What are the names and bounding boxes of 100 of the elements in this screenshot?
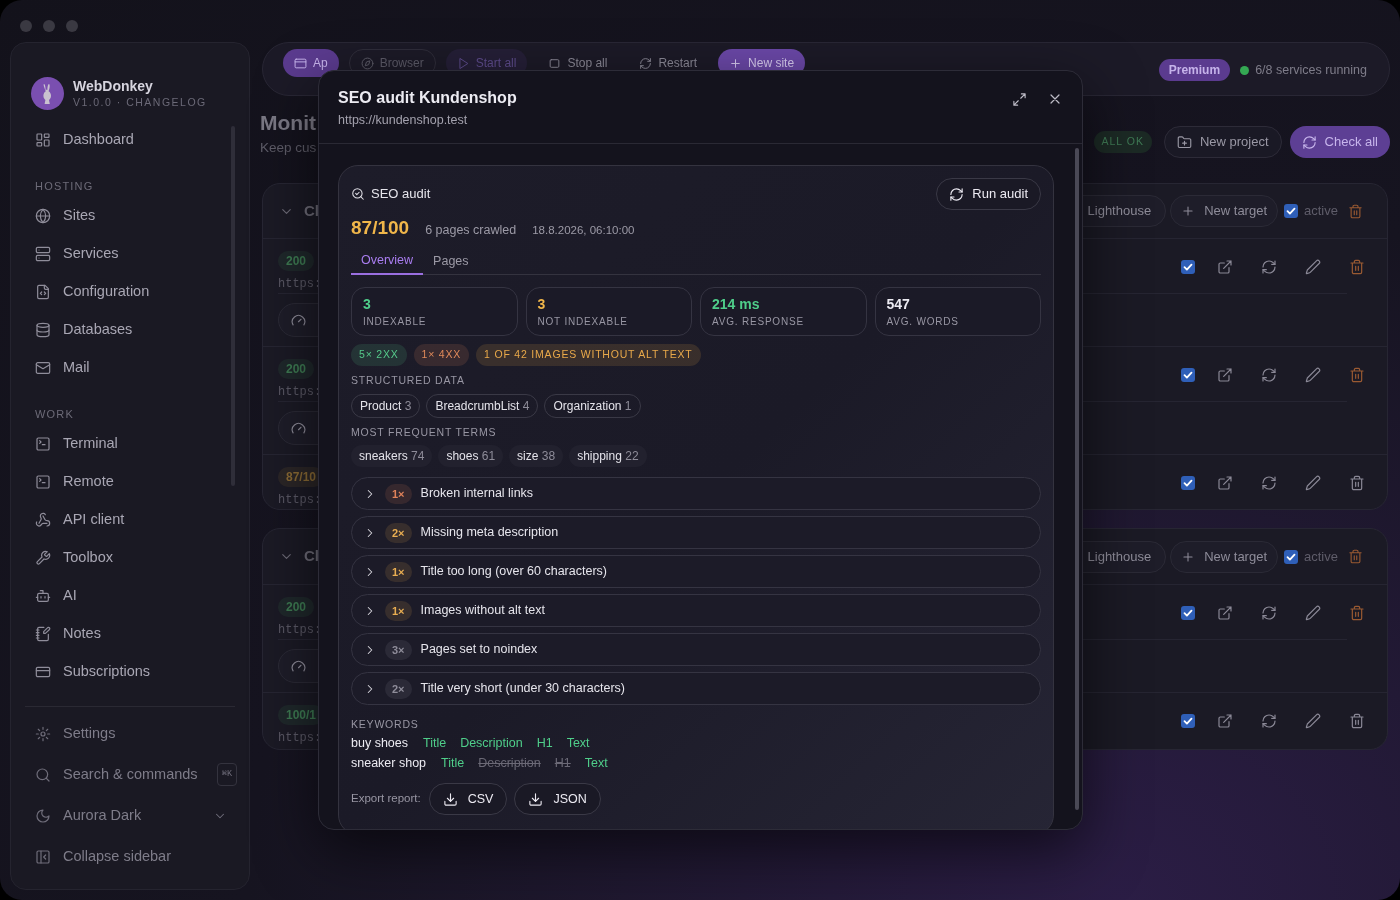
dialog-url: https://kundenshop.test [338, 112, 469, 129]
card-title: Cl [304, 546, 319, 567]
header-button[interactable]: Check all [1289, 126, 1390, 158]
sidebar-item[interactable]: Notes [35, 615, 229, 653]
export-button[interactable]: JSON [514, 783, 601, 815]
refresh-icon[interactable] [1261, 605, 1277, 621]
sidebar-item[interactable]: Databases [35, 311, 229, 349]
trash-icon[interactable] [1348, 203, 1363, 219]
checkbox[interactable] [1181, 606, 1195, 620]
search-check-icon [351, 187, 365, 201]
issue-title: Broken internal links [420, 485, 534, 503]
stat-value: 3 [363, 295, 371, 313]
external-link-icon[interactable] [1217, 259, 1233, 275]
issue-row[interactable]: 2× Title very short (under 30 characters) [351, 672, 1041, 706]
keyword-check: H1 [536, 734, 553, 752]
external-link-icon[interactable] [1217, 367, 1233, 383]
toolbar-button[interactable]: Stop all [537, 49, 619, 77]
sidebar-item[interactable]: Configuration [35, 273, 229, 311]
checkbox[interactable] [1181, 368, 1195, 382]
pencil-icon[interactable] [1305, 605, 1321, 621]
sidebar-item[interactable]: Settings [35, 713, 237, 754]
database-icon [35, 322, 51, 338]
active-label: active [1304, 202, 1338, 221]
pencil-icon[interactable] [1305, 367, 1321, 383]
export-button[interactable]: CSV [428, 783, 508, 815]
trash-icon[interactable] [1349, 475, 1365, 491]
issue-row[interactable]: 3× Pages set to noindex [351, 633, 1041, 667]
external-link-icon[interactable] [1217, 713, 1233, 729]
sidebar-item[interactable]: Sites [35, 197, 229, 235]
sidebar-item[interactable]: Toolbox [35, 539, 229, 577]
pencil-icon[interactable] [1305, 259, 1321, 275]
status-badge: 200 [278, 251, 315, 271]
status-badge: ALL OK [1093, 131, 1152, 153]
sidebar-item[interactable]: Dashboard [35, 121, 229, 159]
checkbox[interactable] [1181, 714, 1195, 728]
gauge-icon [291, 658, 306, 674]
keyword: buy shoes [351, 734, 408, 752]
sidebar-item[interactable]: Collapse sidebar [35, 836, 237, 877]
refresh-icon[interactable] [1261, 713, 1277, 729]
sidebar-item[interactable]: AI [35, 577, 229, 615]
checkbox[interactable] [1181, 260, 1195, 274]
header-button[interactable]: New project [1163, 126, 1282, 158]
dashboard-icon [35, 132, 51, 148]
pencil-icon[interactable] [1305, 713, 1321, 729]
issue-row[interactable]: 1× Broken internal links [351, 477, 1041, 511]
stat-label: NOT INDEXABLE [537, 315, 628, 329]
sidebar-item[interactable]: Aurora Dark [35, 795, 237, 836]
refresh-icon [949, 186, 965, 202]
status-badge: 5× 2XX [351, 344, 407, 366]
keyword-check: H1 [554, 754, 571, 772]
sidebar-item[interactable]: Services [35, 235, 229, 273]
refresh-icon[interactable] [1261, 367, 1277, 383]
tab[interactable]: Pages [423, 248, 479, 275]
trash-icon[interactable] [1349, 367, 1365, 383]
sidebar-item[interactable]: Terminal [35, 425, 229, 463]
issue-row[interactable]: 2× Missing meta description [351, 516, 1041, 550]
sidebar-item[interactable]: Search & commands ⌘K [35, 754, 237, 795]
tab[interactable]: Overview [351, 248, 424, 275]
seo-score: 87/100 [351, 216, 410, 240]
pencil-icon[interactable] [1305, 475, 1321, 491]
audit-date: 18.8.2026, 06:10:00 [532, 223, 635, 238]
section-heading: KEYWORDS [351, 717, 420, 733]
external-link-icon[interactable] [1217, 475, 1233, 491]
issue-row[interactable]: 1× Title too long (over 60 characters) [351, 555, 1041, 589]
issue-title: Images without alt text [420, 602, 545, 620]
section-title: SEO audit [371, 185, 431, 204]
card-title: Cl [304, 200, 319, 221]
checkbox[interactable] [1181, 476, 1195, 490]
expand-icon[interactable] [1012, 91, 1027, 107]
search-icon [35, 766, 51, 783]
notebook-icon [35, 626, 51, 642]
section-heading: STRUCTURED DATA [351, 372, 466, 388]
section-heading: HOSTING [35, 178, 95, 194]
stat-value: 214 ms [712, 295, 760, 313]
robot-icon [35, 588, 51, 604]
toolbar-button[interactable]: Restart [628, 49, 709, 77]
sidebar-item[interactable]: Subscriptions [35, 653, 229, 691]
trash-icon[interactable] [1349, 605, 1365, 621]
issue-row[interactable]: 1× Images without alt text [351, 594, 1041, 628]
download-icon [442, 791, 458, 807]
refresh-icon[interactable] [1261, 259, 1277, 275]
refresh-icon[interactable] [1261, 475, 1277, 491]
sidebar-item[interactable]: Remote [35, 463, 229, 501]
trash-icon[interactable] [1348, 549, 1363, 564]
trash-icon[interactable] [1349, 713, 1365, 729]
checkbox[interactable] [1284, 204, 1299, 218]
card-button[interactable]: New target [1170, 540, 1279, 573]
credit-card-icon [35, 664, 51, 680]
toolbar-button[interactable]: Ap [283, 49, 339, 77]
external-link-icon[interactable] [1217, 605, 1233, 621]
stat-label: INDEXABLE [363, 315, 427, 329]
scrollbar[interactable] [1075, 148, 1079, 810]
trash-icon[interactable] [1349, 259, 1365, 275]
keyword: sneaker shop [351, 754, 427, 772]
run-audit-button[interactable]: Run audit [936, 178, 1041, 210]
sidebar-item[interactable]: API client [35, 501, 229, 539]
card-button[interactable]: New target [1170, 195, 1279, 227]
stat-value: 547 [886, 295, 910, 313]
checkbox[interactable] [1284, 549, 1299, 564]
sidebar-item[interactable]: Mail [35, 349, 229, 387]
